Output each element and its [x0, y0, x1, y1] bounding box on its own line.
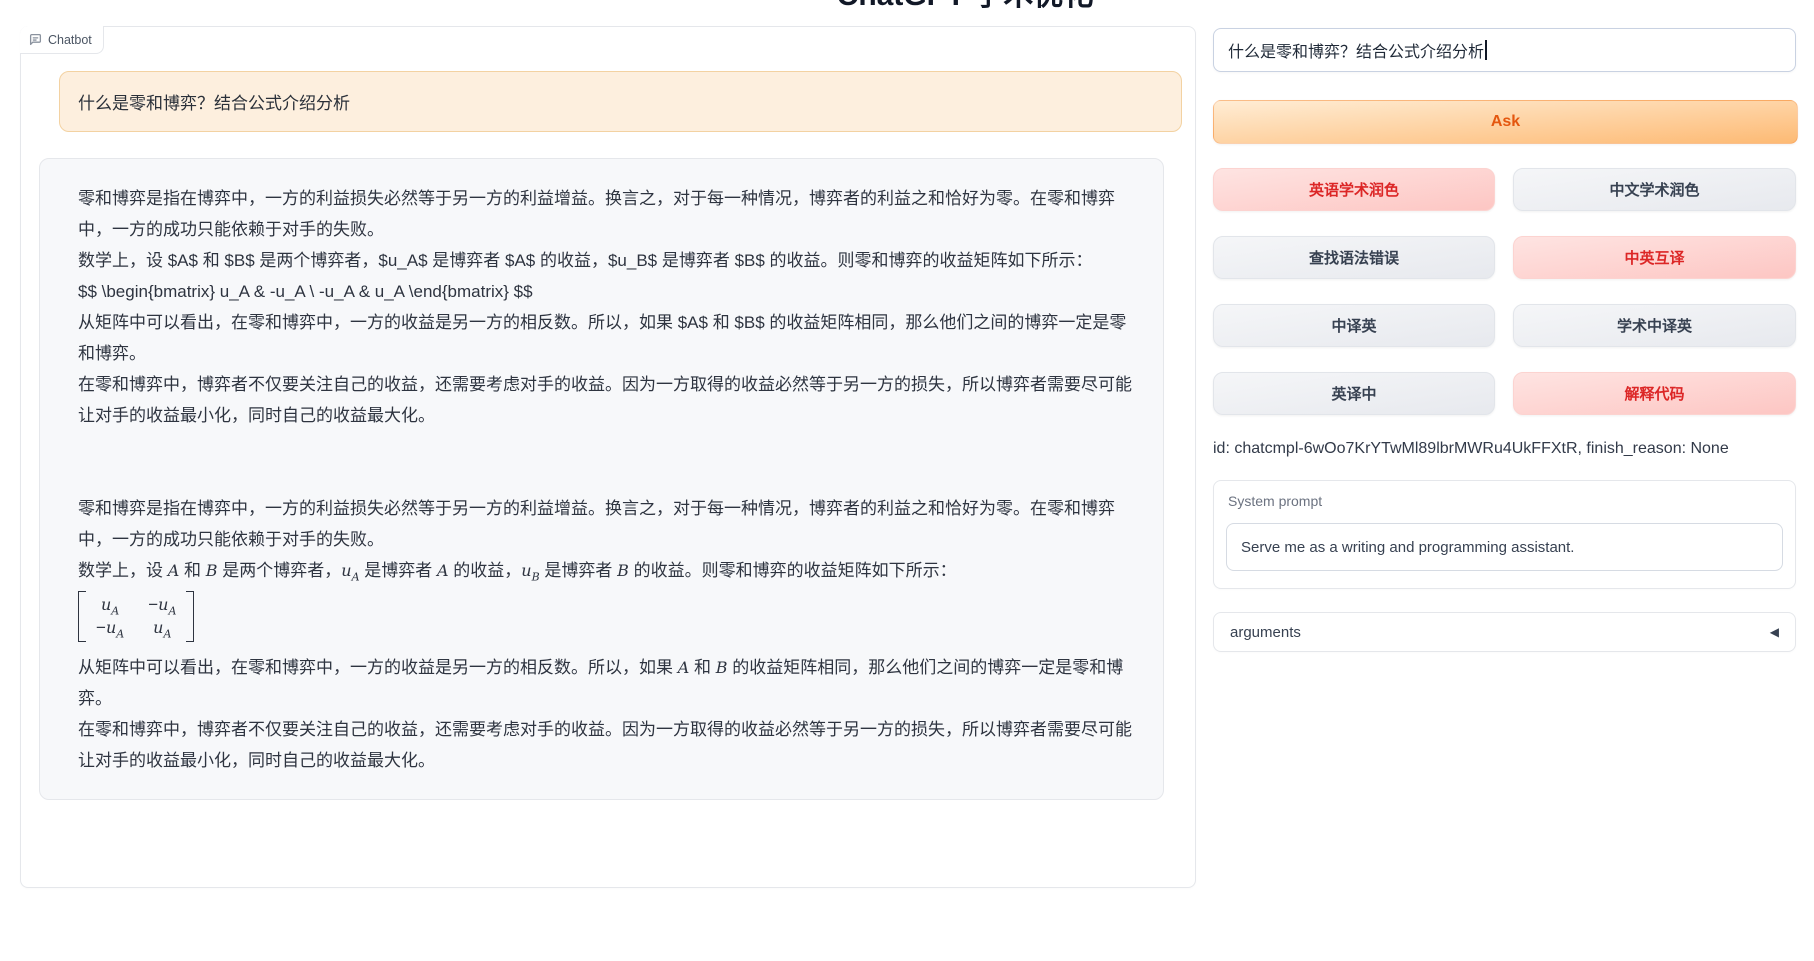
bot-paragraph: 零和博弈是指在博弈中，一方的利益损失必然等于另一方的利益增益。换言之，对于每一种… — [78, 183, 1133, 245]
ask-button-label: Ask — [1491, 113, 1520, 131]
arguments-accordion[interactable]: arguments ◀ — [1213, 612, 1796, 652]
chatbot-panel: 什么是零和博弈？结合公式介绍分析 零和博弈是指在博弈中，一方的利益损失必然等于另… — [20, 26, 1196, 888]
arguments-accordion-label: arguments — [1230, 624, 1301, 641]
page-header: ChatGPT 学术优化 — [0, 0, 1814, 14]
bot-paragraph: $$ \begin{bmatrix} u_A & -u_A \ -u_A & u… — [78, 276, 1133, 307]
math-token: −uA — [96, 618, 124, 637]
quick-action-button-5[interactable]: 学术中译英 — [1513, 304, 1796, 347]
status-line: id: chatcmpl-6wOo7KrYTwMl89lbrMWRu4UkFFX… — [1213, 440, 1729, 458]
bot-paragraph: 从矩阵中可以看出，在零和博弈中，一方的收益是另一方的相反数。所以，如果 A 和 … — [78, 652, 1133, 714]
bot-paragraph: 数学上，设 A 和 B 是两个博弈者，uA 是博弈者 A 的收益，uB 是博弈者… — [78, 555, 1133, 586]
bot-message-rendered: 零和博弈是指在博弈中，一方的利益损失必然等于另一方的利益增益。换言之，对于每一种… — [78, 493, 1133, 776]
math-token: A — [678, 658, 690, 677]
question-input-value: 什么是零和博弈？结合公式介绍分析 — [1228, 38, 1484, 62]
quick-action-button-6[interactable]: 英译中 — [1213, 372, 1495, 415]
quick-actions-grid: 英语学术润色中文学术润色查找语法错误中英互译中译英学术中译英英译中解释代码 — [1213, 168, 1796, 415]
bot-message-bubble: 零和博弈是指在博弈中，一方的利益损失必然等于另一方的利益增益。换言之，对于每一种… — [39, 158, 1164, 800]
math-token: uA — [341, 561, 359, 580]
page-title: ChatGPT 学术优化 — [837, 0, 1094, 14]
bot-message-raw: 零和博弈是指在博弈中，一方的利益损失必然等于另一方的利益增益。换言之，对于每一种… — [78, 183, 1133, 431]
math-token: uA — [101, 595, 119, 614]
chatbot-scroll-area[interactable]: 什么是零和博弈？结合公式介绍分析 零和博弈是指在博弈中，一方的利益损失必然等于另… — [21, 27, 1195, 887]
chatbot-label-text: Chatbot — [48, 33, 92, 47]
chatbot-label: Chatbot — [20, 26, 104, 54]
system-prompt-value: Serve me as a writing and programming as… — [1241, 539, 1574, 556]
system-prompt-label: System prompt — [1228, 493, 1795, 509]
math-token: A — [168, 561, 180, 580]
message-gap — [78, 431, 1133, 493]
question-input[interactable]: 什么是零和博弈？结合公式介绍分析 — [1213, 28, 1796, 72]
bot-paragraph: 在零和博弈中，博弈者不仅要关注自己的收益，还需要考虑对手的收益。因为一方取得的收… — [78, 714, 1133, 776]
bot-paragraph: 从矩阵中可以看出，在零和博弈中，一方的收益是另一方的相反数。所以，如果 $A$ … — [78, 307, 1133, 369]
quick-action-button-3[interactable]: 中英互译 — [1513, 236, 1796, 279]
user-message-bubble: 什么是零和博弈？结合公式介绍分析 — [59, 71, 1182, 132]
bot-paragraph: 数学上，设 $A$ 和 $B$ 是两个博弈者，$u_A$ 是博弈者 $A$ 的收… — [78, 245, 1133, 276]
bot-paragraph: uA −uA −uA uA — [78, 586, 1133, 652]
text-cursor — [1485, 40, 1487, 60]
bot-message-body: 零和博弈是指在博弈中，一方的利益损失必然等于另一方的利益增益。换言之，对于每一种… — [78, 183, 1133, 776]
math-token: uB — [521, 561, 539, 580]
ask-button[interactable]: Ask — [1213, 100, 1798, 144]
payoff-matrix: uA −uA −uA uA — [78, 591, 194, 642]
math-token: uA — [153, 618, 171, 637]
bot-paragraph: 零和博弈是指在博弈中，一方的利益损失必然等于另一方的利益增益。换言之，对于每一种… — [78, 493, 1133, 555]
chat-bubble-icon — [29, 33, 42, 46]
quick-action-button-7[interactable]: 解释代码 — [1513, 372, 1796, 415]
math-token: B — [716, 658, 728, 677]
system-prompt-panel: System prompt Serve me as a writing and … — [1213, 480, 1796, 589]
quick-action-button-4[interactable]: 中译英 — [1213, 304, 1495, 347]
system-prompt-input[interactable]: Serve me as a writing and programming as… — [1226, 523, 1783, 571]
user-message-text: 什么是零和博弈？结合公式介绍分析 — [78, 89, 350, 114]
bot-paragraph: 在零和博弈中，博弈者不仅要关注自己的收益，还需要考虑对手的收益。因为一方取得的收… — [78, 369, 1133, 431]
quick-action-button-1[interactable]: 中文学术润色 — [1513, 168, 1796, 211]
quick-action-button-0[interactable]: 英语学术润色 — [1213, 168, 1495, 211]
math-token: A — [437, 561, 449, 580]
accordion-collapse-icon: ◀ — [1770, 625, 1779, 639]
math-token: −uA — [148, 595, 176, 614]
quick-action-button-2[interactable]: 查找语法错误 — [1213, 236, 1495, 279]
math-token: B — [617, 561, 629, 580]
math-token: B — [206, 561, 218, 580]
